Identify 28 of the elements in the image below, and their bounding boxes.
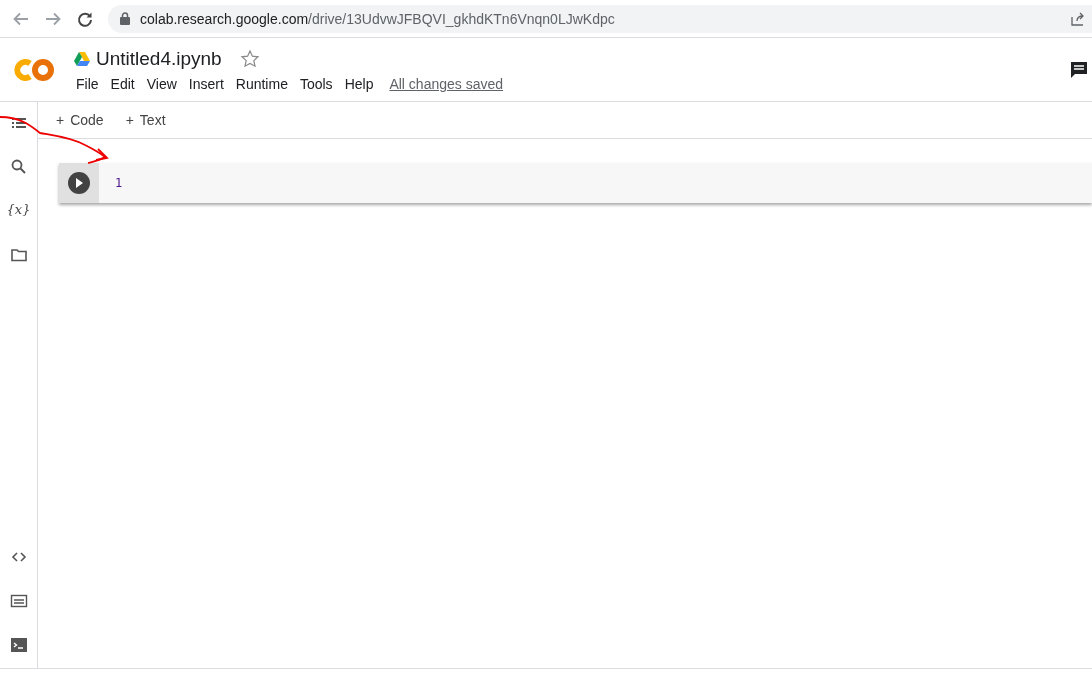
code-cell[interactable]: 1: [59, 163, 1092, 203]
save-status-link[interactable]: All changes saved: [379, 75, 504, 92]
lock-icon: [120, 12, 130, 25]
logo-icon[interactable]: [13, 56, 57, 83]
menu-item[interactable]: Runtime: [229, 75, 294, 92]
run-button[interactable]: [68, 172, 90, 194]
share-icon[interactable]: [1070, 10, 1086, 27]
menu-item[interactable]: View: [140, 75, 183, 92]
menu-item[interactable]: Edit: [104, 75, 141, 92]
terminal-icon[interactable]: [9, 636, 28, 654]
line-number: 1: [114, 176, 123, 190]
command-palette-icon[interactable]: [9, 592, 28, 610]
menu-item[interactable]: File: [70, 75, 105, 92]
menu-item[interactable]: Help: [338, 75, 380, 92]
folder-icon[interactable]: [9, 246, 28, 264]
add-cell-button[interactable]: + Code: [48, 108, 112, 132]
add-cell-button[interactable]: + Text: [117, 108, 174, 132]
url-text: colab.research.google.com/drive/13UdvwJFBQVI_gkhdKTn6Vnqn0LJwKdpc: [140, 10, 615, 27]
menu-item[interactable]: Tools: [293, 75, 339, 92]
comment-icon[interactable]: [1070, 60, 1088, 79]
variables-icon[interactable]: {x}: [6, 202, 31, 220]
address-bar[interactable]: colab.research.google.com/drive/13UdvwJFBQVI_gkhdKTn6Vnqn0LJwKdpc: [108, 4, 1092, 33]
play-icon: [75, 178, 83, 188]
drive-icon: [74, 51, 90, 66]
search-icon[interactable]: [9, 158, 28, 176]
menu-item[interactable]: Insert: [182, 75, 230, 92]
notebook-title[interactable]: Untitled4.ipynb: [96, 47, 222, 70]
star-icon[interactable]: [239, 48, 260, 69]
